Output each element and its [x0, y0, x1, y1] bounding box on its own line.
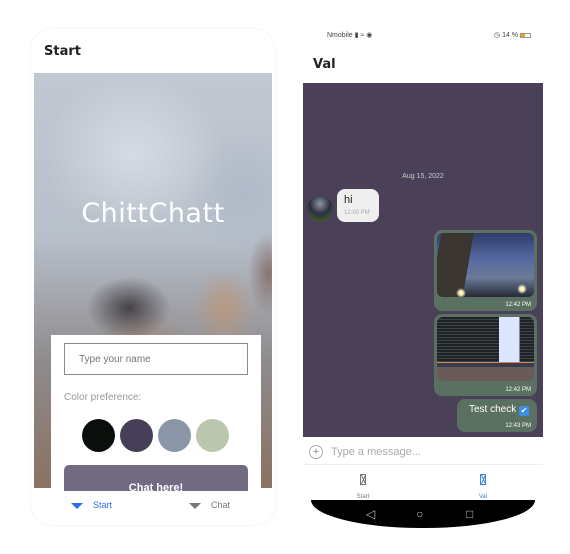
page-title: Start	[44, 44, 81, 59]
message-bubble-outgoing: Test check ✔ 12:43 PM	[457, 399, 537, 432]
battery-percent: 14 %	[502, 32, 519, 39]
carrier-status: Nmobile ▮ ≈ ◉	[327, 31, 372, 39]
tab-indicator-icon	[189, 503, 201, 509]
message-time: 12:42 PM	[505, 387, 531, 393]
alarm-icon: ◷	[494, 32, 501, 39]
image-building-at-dusk[interactable]	[437, 233, 534, 297]
message-text: hi	[344, 194, 353, 206]
bottom-tab-bar: Start Val	[303, 466, 543, 500]
hero-background-image: ChittChatt Color preference: Chat here!	[34, 73, 272, 519]
message-time: 12:42 PM	[505, 302, 531, 308]
tab-chat[interactable]: Chat	[189, 500, 230, 510]
recents-icon[interactable]: □	[466, 507, 473, 521]
message-bubble-image[interactable]: 12:42 PM	[434, 314, 537, 396]
wifi-icon: ≈	[360, 32, 365, 39]
status-bar: Nmobile ▮ ≈ ◉ ◷ 14 %	[303, 29, 543, 43]
signal-icon: ▮	[354, 32, 359, 39]
message-bubble-image[interactable]: 12:42 PM	[434, 230, 537, 311]
message-text: Test check ✔	[469, 404, 529, 416]
message-bubble-incoming: hi 12:00 PM	[337, 189, 379, 222]
carrier-name: Nmobile	[327, 32, 353, 39]
tab-indicator-icon	[71, 503, 83, 509]
header: Start	[31, 29, 275, 73]
android-navigation-bar: ◁ ○ □	[311, 500, 535, 528]
chat-title: Val	[313, 57, 336, 72]
color-swatch-black[interactable]	[82, 419, 115, 452]
name-input[interactable]	[64, 343, 248, 375]
hourglass-icon	[480, 474, 486, 485]
color-swatches	[82, 419, 229, 452]
bottom-tab-bar: Start Chat	[31, 491, 275, 521]
sender-avatar[interactable]	[307, 196, 333, 222]
tab-val[interactable]: Val	[463, 472, 503, 500]
message-time: 12:43 PM	[505, 423, 531, 429]
color-preference-label: Color preference:	[64, 392, 142, 403]
home-icon[interactable]: ○	[416, 507, 423, 521]
date-separator: Aug 15, 2022	[402, 173, 444, 180]
tab-start[interactable]: Start	[71, 500, 112, 510]
color-swatch-sage[interactable]	[196, 419, 229, 452]
color-swatch-purple[interactable]	[120, 419, 153, 452]
back-icon[interactable]: ◁	[366, 507, 375, 521]
color-swatch-slate[interactable]	[158, 419, 191, 452]
message-text-content: Test check	[468, 404, 517, 415]
tab-label: Start	[93, 500, 113, 510]
tab-label: Chat	[211, 500, 231, 510]
start-screen: Start ChittChatt Color preference: Chat …	[31, 29, 275, 525]
message-time: 12:00 PM	[344, 210, 370, 216]
image-code-on-monitor[interactable]	[437, 317, 534, 381]
message-list[interactable]: Aug 15, 2022 hi 12:00 PM 12:42 PM 12:42 …	[303, 83, 543, 437]
app-logo-text: ChittChatt	[81, 198, 225, 229]
hourglass-icon	[360, 474, 366, 485]
system-status: ◷ 14 %	[494, 31, 531, 39]
message-input[interactable]	[331, 443, 531, 461]
tab-start[interactable]: Start	[343, 472, 383, 500]
add-attachment-icon[interactable]: +	[309, 445, 323, 459]
message-composer: +	[303, 438, 543, 465]
battery-icon	[520, 32, 531, 38]
app-notification-icon: ◉	[366, 32, 373, 39]
check-mark-emoji-icon: ✔	[519, 406, 529, 416]
